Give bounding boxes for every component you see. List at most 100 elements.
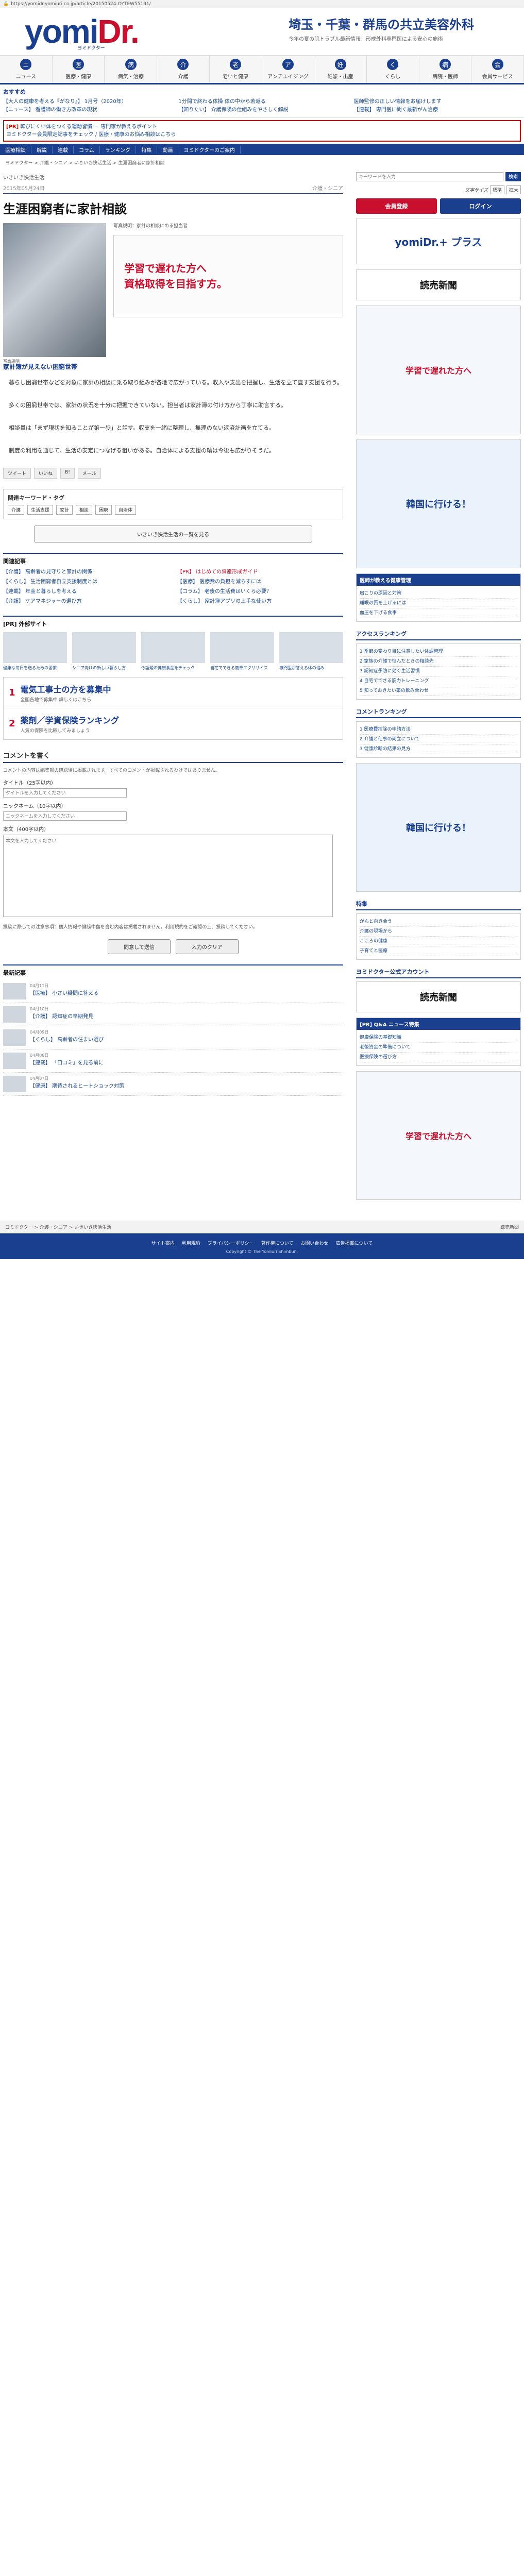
address-bar[interactable]: 🔒 https://yomidr.yomiuri.co.jp/article/2… [0,0,524,8]
list-item[interactable]: 04月10日 【介護】 認知症の早期発見 [3,1003,343,1026]
ad-ranking-item[interactable]: 2 薬剤／学資保険ランキング 人気の保険を比較してみましょう [4,708,343,739]
footer-link[interactable]: プライバシーポリシー [208,1240,254,1246]
recommend-item[interactable]: 1分間で終わる体操 体の中から若返る [178,98,345,106]
share-like-button[interactable]: いいね [34,468,58,479]
comment-ranking-item[interactable]: 1 医療費控除の申請方法 [360,725,517,735]
footer-link[interactable]: 著作権について [261,1240,294,1246]
nav-item[interactable]: 妊妊娠・出産 [314,56,367,83]
access-ranking-item[interactable]: 1 季節の変わり目に注意したい体調管理 [360,647,517,657]
related-item[interactable]: 【介護】 ケアマネジャーの選び方 [3,598,169,605]
footer-link[interactable]: お問い合わせ [300,1240,328,1246]
comment-nick-input[interactable] [3,811,127,821]
related-item[interactable]: 【医療】 医療費の負担を減らすには [177,578,343,586]
footer-brand[interactable]: 読売新聞 [500,1224,519,1230]
font-normal-button[interactable]: 標準 [489,185,504,194]
comment-submit-button[interactable]: 同意して送信 [108,939,171,954]
recommend-item[interactable]: 【連載】 専門医に聞く最新がん治療 [354,106,521,114]
login-button[interactable]: ログイン [440,198,521,214]
subnav-item[interactable]: ランキング [100,145,137,154]
comment-title-input[interactable] [3,788,127,798]
special-item[interactable]: がんと向き合う [360,917,517,927]
nav-item[interactable]: アアンチエイジング [262,56,315,83]
recommend-item[interactable]: 【ニュース】 看護師の働き方改革の現状 [3,106,170,114]
nav-item[interactable]: くくらし [367,56,419,83]
keyword-tag[interactable]: 生活支援 [27,505,54,515]
share-hatena-button[interactable]: B! [60,468,75,479]
subnav-item[interactable]: ヨミドクターのご案内 [178,145,241,154]
yomiuri-banner[interactable]: 読売新聞 [356,269,521,300]
search-input[interactable] [356,172,503,181]
side-ad-3[interactable]: 韓国に行ける！ [356,763,521,892]
list-item[interactable]: 04月11日 【医療】 小さい疑問に答える [3,980,343,1003]
list-item[interactable]: 04月08日 【連載】 「口コミ」を見る前に [3,1049,343,1073]
subnav-item[interactable]: 特集 [136,145,158,154]
nav-item[interactable]: 会会員サービス [471,56,524,83]
keyword-tag[interactable]: 自治体 [115,505,137,515]
nav-item[interactable]: 病病気・治療 [105,56,158,83]
side-ad-2[interactable]: 韓国に行ける！ [356,439,521,568]
list-item[interactable]: 04月07日 【健康】 期待されるヒートショック対策 [3,1073,343,1096]
related-item[interactable]: 【コラム】 老後の生活費はいくら必要？ [177,588,343,596]
footer-link[interactable]: サイト案内 [151,1240,175,1246]
article-section[interactable]: 介護・シニア [312,184,343,192]
nav-item[interactable]: 病病院・医師 [419,56,472,83]
subnav-item[interactable]: コラム [74,145,100,154]
footer-link[interactable]: 利用規約 [182,1240,200,1246]
pr-thumb[interactable]: 健康な毎日を送るための習慣 [3,632,67,671]
special-item[interactable]: こころの健康 [360,937,517,946]
list-item[interactable]: 04月09日 【くらし】 高齢者の住まい選び [3,1026,343,1049]
footer-link[interactable]: 広告掲載について [335,1240,373,1246]
pr-alert-box[interactable]: [PR] 転びにくい体をつくる運動習慣 — 専門家が教えるポイント ヨミドクター… [3,120,521,142]
share-mail-button[interactable]: メール [77,468,101,479]
side-box-item[interactable]: 血圧を下げる食事 [360,608,517,618]
recommend-item[interactable]: 医師監修の正しい情報をお届けします [354,98,521,106]
nav-item[interactable]: ニニュース [0,56,53,83]
keyword-tag[interactable]: 家計 [56,505,73,515]
related-item[interactable]: 【介護】 高齢者の見守りと家計の関係 [3,568,169,576]
special-item[interactable]: 介護の現場から [360,927,517,937]
comment-body-input[interactable] [3,835,333,917]
share-twitter-button[interactable]: ツイート [3,468,31,479]
access-ranking-item[interactable]: 3 認知症予防に効く生活習慣 [360,667,517,676]
qa-item[interactable]: 健康保険の基礎知識 [360,1033,517,1043]
register-button[interactable]: 会員登録 [356,198,437,214]
qa-item[interactable]: 医療保険の選び方 [360,1053,517,1062]
pr-thumb[interactable]: 今話題の健康食品をチェック [141,632,205,671]
access-ranking-item[interactable]: 2 家族の介護で悩んだときの相談先 [360,657,517,667]
side-box-item[interactable]: 肩こりの原因と対策 [360,589,517,599]
article-category[interactable]: いきいき快活生活 [3,173,343,181]
header-ad[interactable]: 埼玉・千葉・群馬の共立美容外科 今年の夏の肌トラブル最新情報！形成外科専門医によ… [289,14,505,42]
qa-item[interactable]: 老後資金の準備について [360,1043,517,1053]
related-item[interactable]: 【くらし】 生活困窮者自立支援制度とは [3,578,169,586]
pr-thumb[interactable]: 専門医が答える体の悩み [279,632,343,671]
special-item[interactable]: 子育てと医療 [360,946,517,956]
keyword-tag[interactable]: 相談 [76,505,93,515]
comment-ranking-item[interactable]: 2 介護と仕事の両立について [360,735,517,744]
comment-ranking-item[interactable]: 3 健康診断の結果の見方 [360,744,517,754]
inline-ad-banner[interactable]: 学習で遅れた方へ 資格取得を目指す方。 [113,235,343,317]
recommend-item[interactable]: 【知りたい】 介護保険の仕組みをやさしく解説 [178,106,345,114]
side-ad-4[interactable]: 学習で遅れた方へ [356,1071,521,1200]
recommend-item[interactable]: 【大人の健康を考える『がなり』】 1月号（2020年） [3,98,170,106]
nav-item[interactable]: 介介護 [157,56,210,83]
nav-item[interactable]: 医医療・健康 [53,56,105,83]
more-articles-button[interactable]: いきいき快活生活の一覧を見る [34,526,312,543]
pr-thumb[interactable]: シニア向けの新しい暮らし方 [72,632,136,671]
keyword-tag[interactable]: 介護 [8,505,25,515]
search-button[interactable]: 検索 [505,172,521,181]
ad-ranking-item[interactable]: 1 電気工事士の方を募集中 全国各地で募集中 詳しくはこちら [4,677,343,708]
font-large-button[interactable]: 拡大 [506,185,521,194]
side-ad-1[interactable]: 学習で遅れた方へ [356,306,521,434]
subnav-item[interactable]: 動画 [157,145,179,154]
access-ranking-item[interactable]: 5 知っておきたい薬の飲み合わせ [360,686,517,696]
subnav-item[interactable]: 連載 [53,145,74,154]
keyword-tag[interactable]: 困窮 [95,505,112,515]
subnav-item[interactable]: 解説 [31,145,53,154]
pr-thumb[interactable]: 自宅でできる簡単エクササイズ [210,632,274,671]
side-box-item[interactable]: 睡眠の質を上げるには [360,599,517,608]
subnav-item[interactable]: 医療相談 [0,145,31,154]
related-item[interactable]: 【くらし】 家計簿アプリの上手な使い方 [177,598,343,605]
comment-clear-button[interactable]: 入力のクリア [175,939,239,954]
yomidr-plus-banner[interactable]: yomiDr.+ プラス [356,218,521,264]
nav-item[interactable]: 老老いと健康 [210,56,262,83]
